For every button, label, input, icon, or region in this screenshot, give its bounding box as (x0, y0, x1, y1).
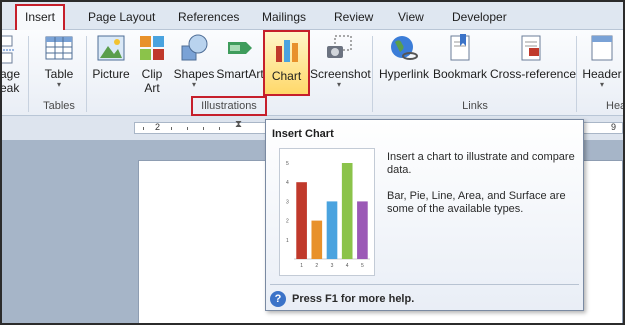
shapes-label: Shapes (173, 67, 215, 81)
tooltip-divider (270, 284, 579, 285)
group-separator (86, 36, 87, 112)
chart-button-content: Chart (265, 34, 308, 83)
tooltip-types-text: Bar, Pie, Line, Area, and Surface are so… (387, 190, 566, 215)
illustrations-group-highlight: Illustrations (191, 96, 267, 116)
y-tick-label: 1 (286, 238, 289, 244)
tooltip-help-text: Press F1 for more help. (292, 293, 415, 305)
bar-1 (296, 182, 307, 259)
picture-icon (95, 32, 127, 64)
tooltip-help[interactable]: ? Press F1 for more help. (270, 290, 414, 308)
group-label-tables: Tables (43, 100, 75, 112)
bookmark-label: Bookmark (432, 67, 488, 81)
page-break-label-line1: age (0, 67, 21, 81)
bookmark-button[interactable]: Bookmark (432, 32, 488, 81)
chart-button[interactable]: Chart (263, 30, 310, 96)
bar-2 (311, 220, 323, 259)
word-window: Insert Page Layout References Mailings R… (0, 0, 625, 325)
hyperlink-button[interactable]: Hyperlink (378, 32, 430, 81)
tab-review[interactable]: Review (334, 8, 373, 30)
clip-art-label-line2: Art (144, 81, 160, 95)
tab-references[interactable]: References (178, 8, 239, 30)
tab-developer[interactable]: Developer (452, 8, 507, 30)
ruler-tick (143, 127, 144, 130)
help-icon: ? (270, 291, 286, 308)
y-tick-label: 5 (286, 161, 289, 167)
picture-button[interactable]: Picture (90, 32, 132, 81)
ribbon-tab-bar: Insert Page Layout References Mailings R… (2, 2, 623, 32)
ruler-tick (219, 127, 220, 130)
cross-reference-button[interactable]: Cross-reference (490, 32, 577, 81)
y-tick-label: 3 (286, 199, 289, 205)
x-tick-label: 4 (346, 263, 349, 269)
group-separator (576, 36, 577, 112)
bar-4 (341, 163, 353, 259)
header-icon (586, 32, 618, 64)
hyperlink-icon (388, 32, 420, 64)
shapes-dropdown-icon: ▾ (191, 80, 196, 89)
group-separator (372, 36, 373, 112)
smartart-icon (224, 32, 256, 64)
ruler-tick (203, 127, 204, 130)
header-dropdown-icon: ▾ (599, 80, 604, 89)
hyperlink-label: Hyperlink (378, 67, 429, 81)
page-break-label-line2: eak (0, 81, 20, 95)
chart-icon (271, 34, 303, 66)
table-dropdown-icon: ▾ (56, 80, 61, 89)
page-break-button[interactable]: age eak (0, 32, 22, 95)
cross-reference-icon (515, 32, 547, 64)
x-tick-label: 5 (361, 263, 364, 269)
group-label-links: Links (462, 100, 488, 112)
tooltip-chart-preview: 5 4 3 2 1 1 2 3 4 5 (279, 148, 375, 276)
bar-5 (357, 201, 368, 259)
picture-label: Picture (92, 67, 130, 81)
y-tick-label: 4 (286, 180, 289, 186)
tab-page-layout[interactable]: Page Layout (88, 8, 155, 30)
tooltip-description: Insert a chart to illustrate and compare… (387, 151, 575, 176)
y-tick-label: 2 (286, 219, 289, 225)
tab-view[interactable]: View (398, 8, 424, 30)
group-separator (28, 36, 29, 112)
group-label-illustrations: Illustrations (201, 100, 257, 112)
ruler-number: 9 (611, 122, 617, 132)
indent-marker-icon[interactable]: ⧗ (235, 119, 242, 130)
ruler-tick (171, 127, 172, 130)
table-button[interactable]: Table ▾ (38, 32, 80, 89)
header-label: Header (582, 67, 622, 81)
bookmark-icon (444, 32, 476, 64)
page-break-icon (2, 32, 16, 64)
tab-mailings[interactable]: Mailings (262, 8, 306, 30)
screenshot-button[interactable]: Screenshot ▾ (310, 32, 371, 89)
smartart-button[interactable]: SmartArt (216, 32, 264, 81)
shapes-icon (178, 32, 210, 64)
clip-art-button[interactable]: Clip Art (136, 32, 168, 95)
chart-label: Chart (271, 69, 302, 83)
clip-art-icon (136, 32, 168, 64)
header-button[interactable]: Header ▾ (580, 32, 623, 89)
screenshot-icon (323, 32, 355, 64)
cross-reference-label: Cross-reference (490, 67, 577, 81)
table-label: Table (44, 67, 74, 81)
table-icon (43, 32, 75, 64)
ruler-tick (187, 127, 188, 130)
ribbon-insert-panel: age eak Table ▾ Tables Picture Clip Art … (2, 30, 623, 116)
tooltip-title: Insert Chart (272, 128, 334, 140)
x-tick-label: 1 (300, 263, 303, 269)
tab-insert[interactable]: Insert (14, 4, 66, 32)
group-label-header: Hea (606, 100, 625, 112)
ruler-number: 2 (155, 122, 161, 132)
screenshot-dropdown-icon: ▾ (336, 80, 341, 89)
screenshot-label: Screenshot (310, 67, 371, 81)
bar-3 (326, 201, 338, 259)
shapes-button[interactable]: Shapes ▾ (172, 32, 216, 89)
preview-chart-svg: 5 4 3 2 1 1 2 3 4 5 (286, 161, 370, 269)
x-tick-label: 2 (315, 263, 318, 269)
smartart-label: SmartArt (216, 67, 264, 81)
clip-art-label-line1: Clip (141, 67, 163, 81)
x-tick-label: 3 (331, 263, 334, 269)
insert-chart-tooltip: Insert Chart 5 4 3 2 1 1 2 3 4 5 Insert a chart t… (265, 119, 584, 311)
